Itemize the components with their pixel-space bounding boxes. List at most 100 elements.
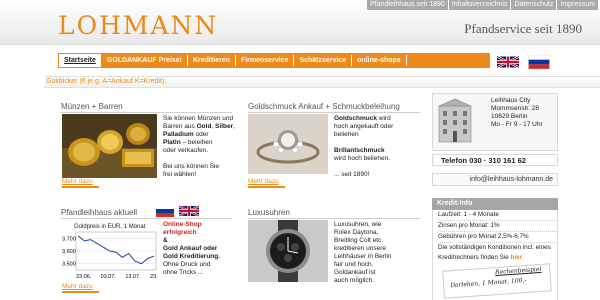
address-text: Leihhaus City Mommsenstr. 28 10629 Berli…	[491, 97, 543, 129]
toplink-datenschutz[interactable]: Datenschutz	[510, 0, 557, 10]
credit-info-body: Laufzeit: 1 - 4 Monate Zinsen pro Monat:…	[432, 210, 558, 300]
goldschmuck-t2: hoch angekauft oder	[334, 123, 394, 130]
phone-number[interactable]: Telefon 030 · 310 161 62	[441, 156, 526, 165]
nav-schaetzservice[interactable]: Schätzservice	[294, 55, 353, 66]
muenzen-p1b: Münzen und	[197, 115, 234, 122]
online-shop-erfolgreich: erfolgreich	[163, 229, 197, 236]
muenzen-p2b: frei wählen!	[163, 171, 197, 178]
watch-image	[248, 220, 328, 282]
credit-row: Kreditrechners finden Sie	[438, 254, 509, 261]
phone-row: Telefon 030 · 310 161 62	[432, 154, 558, 166]
muenzen-silber: Silber	[215, 123, 234, 130]
luxus-l7: Goldankauf ist	[334, 269, 376, 276]
chart-xtick-label: 03.07.	[101, 274, 117, 280]
uk-flag-icon[interactable]	[179, 205, 199, 217]
address-name: Leihhaus City	[491, 97, 531, 104]
credit-info-title: Kredit-Info	[437, 200, 473, 207]
toplink-inhaltsverzeichnis[interactable]: Inhaltsverzeichnis	[447, 0, 511, 10]
goldschmuck-more-link[interactable]: Mehr dazu	[248, 178, 285, 188]
gold-price-chart: Goldpreis in EUR, 1 Monat 3.500 3.600 3.70…	[62, 224, 158, 280]
divider	[248, 218, 420, 219]
address-street: Mommsenstr. 28	[491, 105, 540, 112]
luxus-l6: fair und hoch.	[334, 261, 374, 268]
luxus-l1: Luxusuhren, wie	[334, 221, 382, 228]
address-hours: Mo - Fr 9 - 17 Uhr	[491, 121, 543, 128]
chart-title: Goldpreis in EUR, 1 Monat	[74, 224, 146, 230]
goldschmuck-since: ... seit 1890!	[334, 171, 370, 178]
header-bar: LOHMANN Pfandleihhaus seit 1890 Inhaltsv…	[0, 0, 600, 45]
gold-coins-image	[62, 114, 157, 178]
online-shop-link[interactable]: Online-Shop	[163, 221, 202, 228]
russia-flag-icon[interactable]	[156, 205, 174, 217]
luxus-l8: auch möglich.	[334, 277, 375, 284]
chart-ytick-label: 3.700	[62, 236, 76, 242]
address-box: Leihhaus City Mommsenstr. 28 10629 Berli…	[432, 93, 558, 151]
goldschmuck-bs: Brillantschmuck	[334, 147, 385, 154]
pfandleihhaus-ankauf: Gold Ankauf oder	[163, 245, 218, 252]
credit-row: Gebühren pro Monat 2,5%-6,7%	[438, 232, 557, 243]
credit-calculator-link[interactable]: hier	[510, 254, 522, 261]
nav-online-shops[interactable]: online-shops	[352, 55, 407, 66]
chart-xtick-label: 23.07.	[150, 274, 158, 280]
muenzen-more-link[interactable]: Mehr dazu	[62, 178, 99, 188]
section-title-pfandleihhaus: Pfandleihhaus aktuell	[61, 208, 138, 217]
nav-firmenservice[interactable]: Firmenservice	[236, 55, 295, 66]
divider	[61, 112, 232, 113]
divider	[61, 218, 232, 219]
credit-info-header: Kredit-Info	[432, 198, 558, 210]
section-title-muenzen: Münzen + Barren	[61, 102, 123, 111]
goldschmuck-t4: wird hoch beliehen.	[334, 155, 391, 162]
muenzen-palladium: Palladium	[163, 131, 194, 138]
address-city: 10629 Berlin	[491, 113, 528, 120]
muenzen-p1a: Sie können	[163, 115, 196, 122]
email-link[interactable]: info@leihhaus-lohmann.de	[470, 176, 553, 183]
email-row: info@leihhaus-lohmann.de	[432, 173, 558, 186]
pfandleihhaus-tricks: ohne Tricks ...	[163, 269, 204, 276]
muenzen-gold: Gold	[196, 123, 212, 130]
russia-flag-icon[interactable]	[528, 55, 550, 69]
toplink-impressum[interactable]: Impressum	[556, 0, 598, 10]
muenzen-p1c: Barren aus	[163, 123, 195, 130]
toplink-pfandleihhaus[interactable]: Pfandleihhaus seit 1890	[366, 0, 448, 10]
section-title-goldschmuck: Goldschmuck Ankauf + Schmuckbeleihung	[248, 102, 400, 111]
muenzen-beleihen: – beleihen	[182, 139, 213, 146]
pfandleihhaus-text: Online-Shop erfolgreich & Gold Ankauf od…	[163, 221, 235, 277]
pfandleihhaus-ohne: Ohne Druck und	[163, 261, 211, 268]
nav-goldankauf[interactable]: GOLDANKAUF Preise!	[102, 55, 188, 66]
lohmann-logo[interactable]: LOHMANN	[58, 11, 218, 40]
ring-image	[248, 114, 328, 174]
muenzen-oder: oder	[195, 131, 209, 138]
pfandleihhaus-amp: &	[163, 237, 168, 244]
nav-kreditieren[interactable]: Kreditieren	[188, 55, 236, 66]
uk-flag-icon[interactable]	[497, 55, 519, 69]
nav-startseite[interactable]: Startseite	[58, 53, 102, 68]
divider	[248, 112, 420, 113]
example-note: Rechenbeispiel Darlehen, 1 Monat, 100,-	[442, 263, 552, 299]
pfandleihhaus-kredit: Gold Kreditierung.	[163, 253, 221, 260]
chart-xtick-label: 13.07.	[125, 274, 141, 280]
luxus-l3: Breitling Colt etc.	[334, 237, 384, 244]
tagline: Pfandservice seit 1890	[464, 21, 582, 36]
credit-row-link: Kreditrechners finden Sie hier	[438, 253, 557, 263]
goldschmuck-text: Goldschmuck wird hoch angekauft oder bel…	[334, 115, 424, 179]
top-links: Pfandleihhaus seit 1890 Inhaltsverzeichn…	[366, 0, 598, 10]
main-nav: Startseite GOLDANKAUF Preise! Kreditiere…	[58, 53, 490, 68]
muenzen-p2a: Bei uns können Sie	[163, 163, 220, 170]
chart-ytick-label: 3.600	[62, 249, 76, 255]
muenzen-verkaufen: oder verkaufen.	[163, 147, 209, 154]
muenzen-platin: Platin	[163, 139, 181, 146]
chart-xtick-label: 23.06.	[76, 274, 92, 280]
goldschmuck-gs: Goldschmuck	[334, 115, 377, 122]
gold-ticker: Goldticker (€ je g. A=Ankauf K=Kredit):	[44, 76, 600, 88]
luxusuhren-text: Luxusuhren, wie Rolex Daytona, Breitling…	[334, 221, 424, 285]
gold-ticker-label: Goldticker (€ je g. A=Ankauf K=Kredit):	[46, 78, 167, 85]
luxus-l5: Leihhäuser in Berlin	[334, 253, 392, 260]
credit-row: Laufzeit: 1 - 4 Monate	[438, 210, 557, 221]
muenzen-text: Sie können Münzen und Barren aus Gold, S…	[163, 115, 235, 178]
luxus-l2: Rolex Daytona,	[334, 229, 379, 236]
goldschmuck-t3: beliehen	[334, 131, 359, 138]
pfandleihhaus-more-link[interactable]: Mehr dazu	[62, 283, 99, 293]
luxus-l4: kreditieren unsere	[334, 245, 387, 252]
chart-ytick-label: 3.500	[62, 262, 76, 268]
section-title-luxusuhren: Luxusuhren	[248, 208, 290, 217]
